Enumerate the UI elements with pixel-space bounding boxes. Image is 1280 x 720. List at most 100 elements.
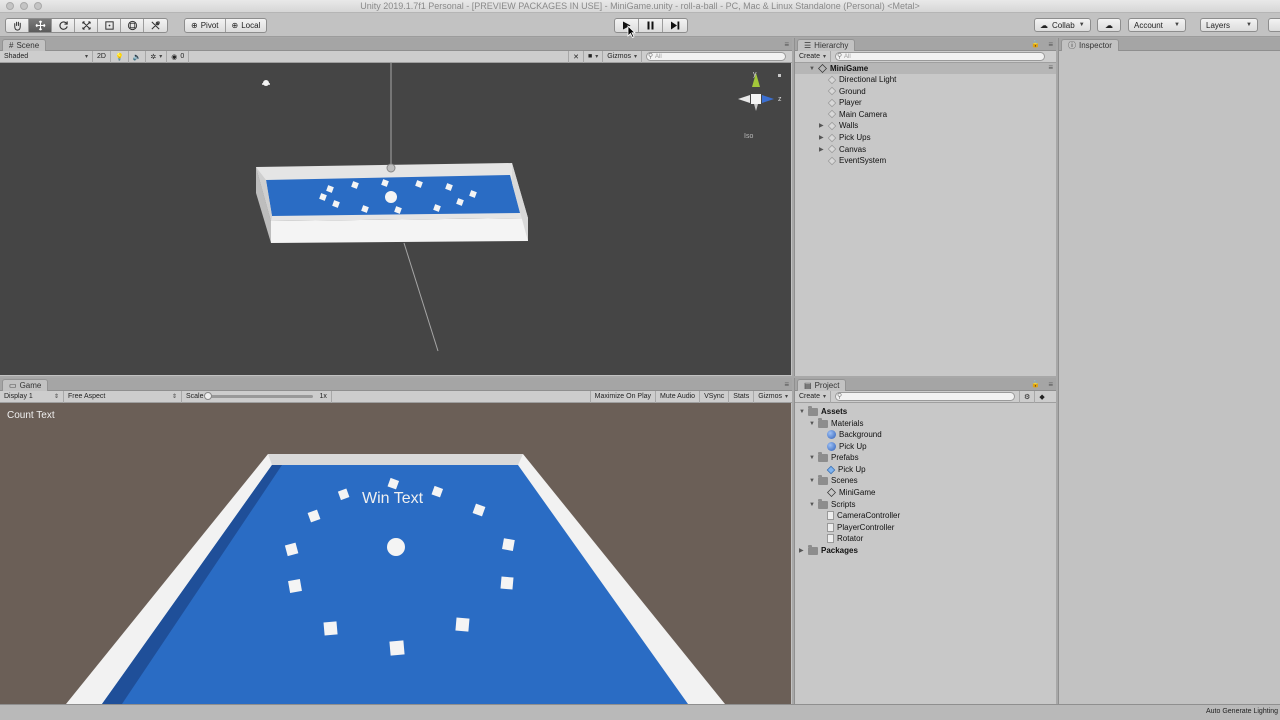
scene-tools-button[interactable]: ✕ xyxy=(568,50,584,63)
materials-folder[interactable]: ▼ Materials xyxy=(809,417,863,429)
account-label: Account xyxy=(1134,20,1163,30)
tab-project[interactable]: ▤ Project xyxy=(797,379,847,391)
background-material[interactable]: Background xyxy=(827,429,882,440)
layout-dropdown[interactable] xyxy=(1268,18,1280,32)
shading-dropdown[interactable]: Shaded ▾ xyxy=(0,50,93,63)
collapse-arrow-icon[interactable]: ▶ xyxy=(799,547,805,554)
transform-tool-button[interactable] xyxy=(121,19,144,32)
project-search-input[interactable] xyxy=(835,392,1016,401)
ground-board[interactable] xyxy=(256,163,528,243)
lock-icon[interactable]: 🔒 xyxy=(1031,40,1040,48)
hierarchy-search[interactable]: All xyxy=(831,51,1049,63)
step-button[interactable] xyxy=(663,19,687,32)
game-gizmos-dropdown[interactable]: Gizmos ▾ xyxy=(754,391,792,403)
lighting-toggle[interactable]: 💡 xyxy=(111,50,129,63)
packages-folder[interactable]: ▶ Packages xyxy=(799,544,858,556)
mode-2d-toggle[interactable]: 2D xyxy=(93,50,111,63)
tab-scene[interactable]: # Scene xyxy=(2,39,47,51)
vsync-toggle[interactable]: VSync xyxy=(700,390,730,403)
expand-arrow-icon[interactable]: ▶ xyxy=(819,122,825,129)
expand-arrow-icon[interactable]: ▼ xyxy=(799,409,805,415)
pickup-material[interactable]: Pick Up xyxy=(827,441,867,452)
prefabs-folder[interactable]: ▼ Prefabs xyxy=(809,451,859,463)
hierarchy-item[interactable]: Directional Light xyxy=(819,74,896,85)
rect-tool-button[interactable] xyxy=(98,19,121,32)
hierarchy-item[interactable]: Player xyxy=(819,97,862,108)
scripts-label: Scripts xyxy=(831,500,856,509)
maximize-on-play-toggle[interactable]: Maximize On Play xyxy=(589,390,657,403)
panel-menu-icon[interactable]: ≡ xyxy=(784,380,789,389)
scale-label: Scale xyxy=(186,393,204,400)
project-search[interactable] xyxy=(831,390,1021,403)
expand-arrow-icon[interactable]: ▼ xyxy=(809,66,815,72)
scene-viewport[interactable]: y z Iso xyxy=(0,63,791,375)
player-ball[interactable] xyxy=(385,191,397,203)
directional-light-gizmo[interactable] xyxy=(262,80,270,86)
scene-search[interactable]: All xyxy=(642,51,792,63)
lock-icon[interactable]: 🔒 xyxy=(1031,380,1040,388)
stats-toggle[interactable]: Stats xyxy=(729,390,755,403)
expand-arrow-icon[interactable]: ▼ xyxy=(809,502,815,508)
hierarchy-item[interactable]: EventSystem xyxy=(819,155,886,166)
hidden-objects-toggle[interactable]: ◉ 0 xyxy=(167,50,190,63)
hierarchy-item[interactable]: ▶ Pick Ups xyxy=(819,132,871,143)
minigame-scene[interactable]: MiniGame xyxy=(827,487,875,498)
hierarchy-item[interactable]: ▶ Canvas xyxy=(819,144,866,155)
rotate-tool-button[interactable] xyxy=(52,19,75,32)
expand-arrow-icon[interactable]: ▶ xyxy=(819,146,825,153)
custom-tool-button[interactable] xyxy=(144,19,167,32)
account-dropdown[interactable]: Account ▼ xyxy=(1128,18,1186,32)
hierarchy-search-input[interactable]: All xyxy=(835,52,1046,61)
panel-menu-icon[interactable]: ≡ xyxy=(1048,40,1053,49)
expand-arrow-icon[interactable]: ▼ xyxy=(809,455,815,461)
scenes-folder[interactable]: ▼ Scenes xyxy=(809,474,858,486)
project-create-dropdown[interactable]: Create ▾ xyxy=(795,390,832,403)
scale-tool-button[interactable] xyxy=(75,19,98,32)
panel-menu-icon[interactable]: ≡ xyxy=(1048,380,1053,389)
pickup-prefab[interactable]: Pick Up xyxy=(826,464,866,475)
filter-by-type-button[interactable]: ⚙ xyxy=(1020,390,1036,403)
scene-menu-icon[interactable]: ≡ xyxy=(1048,63,1053,72)
rotator-script[interactable]: Rotator xyxy=(827,533,863,544)
local-button[interactable]: ⊕ Local xyxy=(226,19,267,32)
camera-controller-script[interactable]: CameraController xyxy=(827,510,900,521)
scripts-folder[interactable]: ▼ Scripts xyxy=(809,498,856,510)
rotator-label: Rotator xyxy=(837,534,864,543)
panel-menu-icon[interactable]: ≡ xyxy=(784,40,789,49)
hierarchy-item[interactable]: Main Camera xyxy=(819,109,887,120)
audio-toggle[interactable]: 🔈 xyxy=(129,50,147,63)
iso-label[interactable]: Iso xyxy=(744,133,753,140)
assets-folder[interactable]: ▼ Assets xyxy=(799,405,847,417)
hierarchy-create-dropdown[interactable]: Create ▾ xyxy=(795,50,832,63)
expand-arrow-icon[interactable]: ▶ xyxy=(819,134,825,141)
scale-slider[interactable] xyxy=(203,392,313,400)
camera-dropdown[interactable]: ■ ▾ xyxy=(584,50,604,63)
layers-dropdown[interactable]: Layers ▼ xyxy=(1200,18,1258,32)
tab-game[interactable]: ▭ Game xyxy=(2,379,49,391)
hierarchy-item[interactable]: ▶ Walls xyxy=(819,120,858,131)
game-viewport[interactable]: Count Text Win Text xyxy=(0,403,791,704)
move-tool-button[interactable] xyxy=(29,19,52,32)
orientation-gizmo[interactable] xyxy=(738,73,781,111)
player-controller-script[interactable]: PlayerController xyxy=(827,522,894,533)
hand-tool-button[interactable] xyxy=(6,19,29,32)
pivot-button[interactable]: ⊕ Pivot xyxy=(185,19,226,32)
scene-root-item[interactable]: ▼ MiniGame xyxy=(809,63,868,74)
mute-audio-toggle[interactable]: Mute Audio xyxy=(656,390,701,403)
scene-search-input[interactable]: All xyxy=(646,52,786,61)
cloud-button[interactable]: ☁ xyxy=(1097,18,1121,32)
rotate-icon xyxy=(58,21,68,30)
collab-dropdown[interactable]: ☁ Collab ▼ xyxy=(1034,18,1091,32)
gizmos-dropdown[interactable]: Gizmos ▾ xyxy=(603,50,642,63)
display-dropdown[interactable]: Display 1 ⇕ xyxy=(0,390,64,403)
scale-slider-thumb[interactable] xyxy=(203,392,212,400)
expand-arrow-icon[interactable]: ▼ xyxy=(809,478,815,484)
filter-by-label-button[interactable]: ◆ xyxy=(1035,391,1048,403)
effects-dropdown[interactable]: ✲ ▾ xyxy=(146,50,168,63)
aspect-dropdown[interactable]: Free Aspect ⇕ xyxy=(64,390,182,403)
hierarchy-item[interactable]: Ground xyxy=(819,86,866,97)
tab-inspector[interactable]: ⓘ Inspector xyxy=(1061,39,1119,51)
pause-button[interactable] xyxy=(639,19,663,32)
tab-hierarchy[interactable]: ☰ Hierarchy xyxy=(797,39,856,51)
expand-arrow-icon[interactable]: ▼ xyxy=(809,421,815,427)
